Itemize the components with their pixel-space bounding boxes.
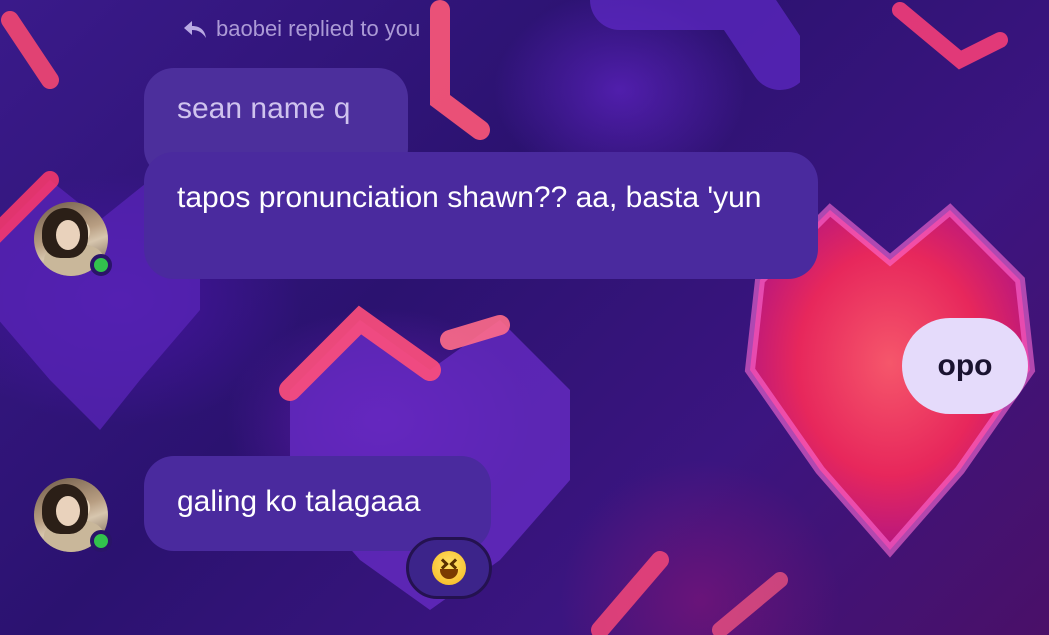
online-status-indicator <box>90 254 112 276</box>
message-text: tapos pronunciation shawn?? aa, basta 'y… <box>177 181 762 214</box>
wallpaper-heart-icon <box>1 11 59 89</box>
online-status-indicator <box>90 530 112 552</box>
quoted-message-text: sean name q <box>177 92 351 125</box>
contact-avatar[interactable] <box>34 478 112 552</box>
wallpaper-heart-icon <box>591 551 788 635</box>
reply-header-text: baobei replied to you <box>216 16 421 41</box>
reply-header: baobei replied to you <box>182 16 420 42</box>
wallpaper-heart-icon <box>892 2 1008 70</box>
contact-avatar[interactable] <box>34 202 112 276</box>
wallpaper-heart-icon <box>430 0 800 140</box>
incoming-message-bubble[interactable]: tapos pronunciation shawn?? aa, basta 'y… <box>144 152 818 279</box>
message-reaction[interactable] <box>406 537 492 599</box>
laughing-emoji-icon <box>432 551 466 585</box>
reply-arrow-icon <box>184 21 206 38</box>
outgoing-message-bubble[interactable]: opo <box>902 318 1028 414</box>
message-text: opo <box>937 349 993 382</box>
message-text: galing ko talagaaa <box>177 485 421 518</box>
